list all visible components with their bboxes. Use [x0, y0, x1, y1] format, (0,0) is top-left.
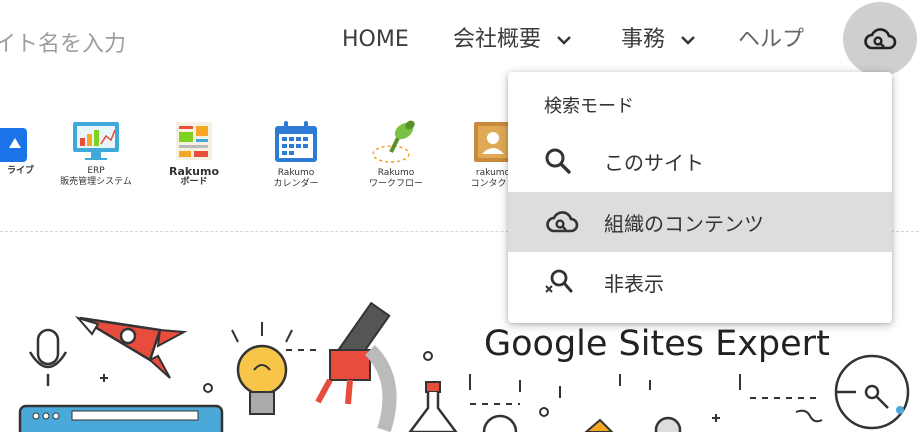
microphone-icon: [28, 328, 68, 386]
cloud-search-icon: [864, 28, 897, 50]
nav-help-label: ヘルプ: [738, 27, 805, 52]
puzzle-icon: [584, 418, 614, 432]
nav-company-label: 会社概要: [453, 27, 542, 52]
app-board[interactable]: Rakumo ボード: [166, 120, 222, 188]
nav-office-label: 事務: [621, 27, 666, 52]
search-mode-button[interactable]: [843, 2, 917, 76]
chevron-down-icon: [681, 36, 695, 45]
nav-home[interactable]: HOME: [342, 20, 409, 60]
lightbulb-icon: [231, 322, 293, 415]
app-label: Rakumo: [377, 168, 415, 178]
flask-icon: [408, 351, 458, 432]
menu-item-hide[interactable]: 非表示: [508, 252, 892, 312]
target-icon: [482, 414, 518, 432]
calendar-icon: [275, 121, 317, 162]
menu-item-label: 非表示: [604, 271, 664, 296]
search-off-icon: [545, 269, 573, 293]
browser-window-icon: [18, 404, 224, 432]
microscope-icon: [315, 301, 397, 432]
board-icon: [176, 122, 212, 160]
app-workflow[interactable]: Rakumo ワークフロー: [366, 118, 426, 190]
search-icon: [545, 148, 571, 174]
workflow-icon: [372, 120, 415, 163]
app-shortcuts: ライブ ERP 販売管理システム Rakumo ボード Rakumo カレンダー…: [0, 120, 520, 200]
menu-item-label: このサイト: [604, 150, 704, 175]
app-label: ライブ: [6, 166, 34, 176]
nav-office[interactable]: 事務: [621, 20, 696, 60]
hero-title: Google Sites Expert: [484, 324, 830, 364]
clock-icon: [834, 354, 910, 430]
app-sublabel: ボード: [180, 177, 208, 187]
nav-help[interactable]: ヘルプ: [738, 20, 804, 60]
menu-item-label: 組織のコンテンツ: [604, 211, 764, 236]
app-sublabel: カレンダー: [273, 179, 319, 189]
cloud-search-icon: [546, 211, 579, 233]
gear-icon: [654, 416, 682, 432]
app-calendar[interactable]: Rakumo カレンダー: [268, 120, 324, 190]
app-erp[interactable]: ERP 販売管理システム: [60, 120, 132, 188]
nav-home-label: HOME: [342, 27, 409, 52]
erp-icon: [73, 122, 119, 160]
app-drive[interactable]: ライブ: [0, 128, 34, 177]
menu-header: 検索モード: [544, 96, 634, 117]
chevron-down-icon: [557, 36, 571, 45]
nav-company[interactable]: 会社概要: [453, 20, 572, 60]
menu-item-org-content[interactable]: 組織のコンテンツ: [508, 192, 892, 252]
app-label: ERP: [87, 166, 105, 176]
search-mode-menu: 検索モード このサイト 組織のコンテンツ 非表示: [508, 72, 892, 323]
drive-icon: [0, 128, 27, 162]
app-sublabel: 販売管理システム: [60, 177, 132, 187]
menu-item-this-site[interactable]: このサイト: [508, 131, 892, 191]
app-label: Rakumo: [277, 168, 315, 178]
rocket-icon: [74, 316, 188, 379]
app-label: Rakumo: [168, 165, 220, 178]
app-sublabel: ワークフロー: [368, 179, 423, 189]
site-search-placeholder[interactable]: イト名を入力: [0, 26, 126, 58]
